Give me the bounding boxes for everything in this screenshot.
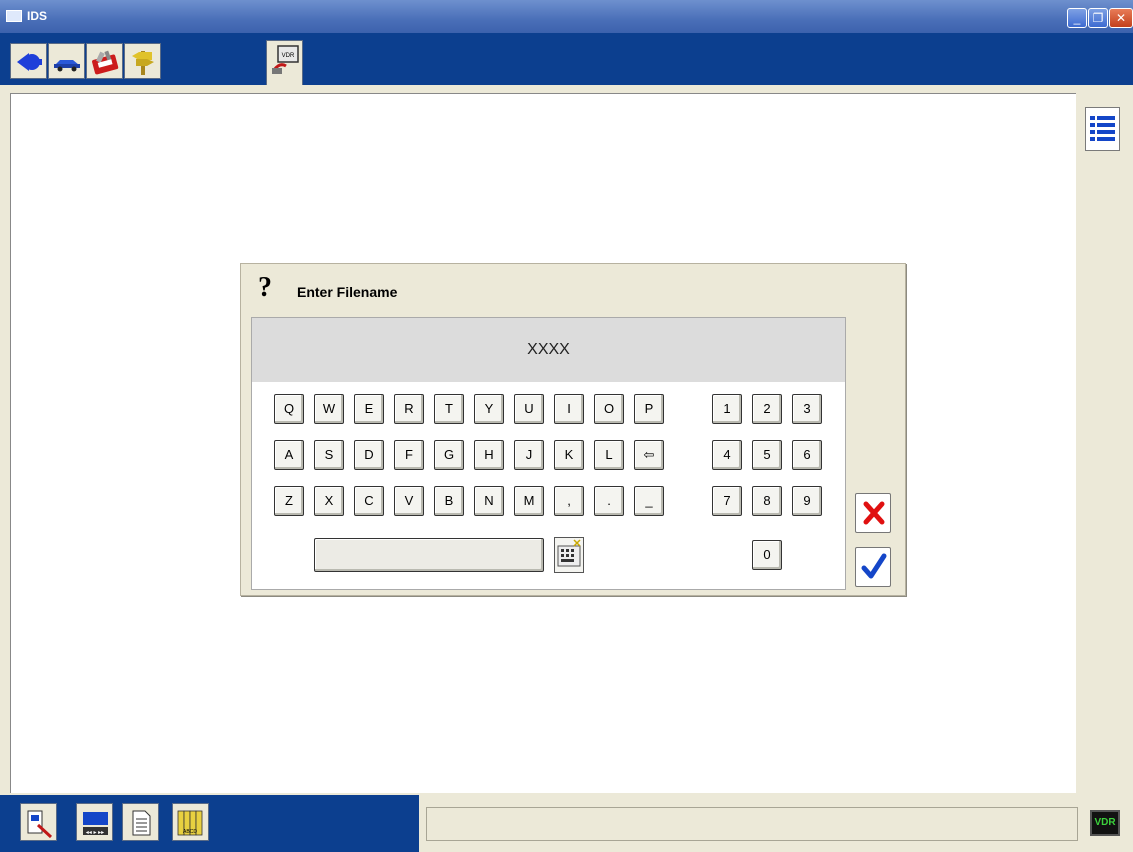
- key-comma[interactable]: ,: [554, 486, 584, 516]
- notebooks-button[interactable]: ABCD: [172, 803, 209, 841]
- back-arrow-icon: [17, 53, 42, 71]
- key-f[interactable]: F: [394, 440, 424, 470]
- svg-text:◂◂ ▸ ▸▸: ◂◂ ▸ ▸▸: [86, 830, 104, 836]
- key-w[interactable]: W: [314, 394, 344, 424]
- close-button[interactable]: ✕: [1109, 8, 1133, 28]
- list-menu-button[interactable]: [1085, 107, 1120, 151]
- key-v[interactable]: V: [394, 486, 424, 516]
- vdr-icon: VDR: [272, 45, 299, 74]
- restore-button[interactable]: ❐: [1088, 8, 1108, 28]
- vehicle-icon: [54, 60, 80, 72]
- key-i[interactable]: I: [554, 394, 584, 424]
- key-z[interactable]: Z: [274, 486, 304, 516]
- key-h[interactable]: H: [474, 440, 504, 470]
- svg-text:ABCD: ABCD: [183, 829, 197, 835]
- top-toolbar: VDR: [0, 33, 1133, 85]
- key-period[interactable]: .: [594, 486, 624, 516]
- svg-text:VDR: VDR: [282, 53, 295, 59]
- list-icon: [1090, 116, 1115, 141]
- backspace-key[interactable]: ⇦: [634, 440, 664, 470]
- document-icon: [132, 810, 151, 836]
- key-5[interactable]: 5: [752, 440, 782, 470]
- key-g[interactable]: G: [434, 440, 464, 470]
- key-8[interactable]: 8: [752, 486, 782, 516]
- signpost-icon: [132, 51, 154, 75]
- key-1[interactable]: 1: [712, 394, 742, 424]
- key-3[interactable]: 3: [792, 394, 822, 424]
- key-m[interactable]: M: [514, 486, 544, 516]
- space-key[interactable]: [314, 538, 544, 572]
- notebooks-icon: ABCD: [177, 810, 203, 836]
- status-area: [419, 795, 1086, 852]
- toolbox-button[interactable]: [86, 43, 123, 79]
- inspect-icon: [27, 810, 53, 839]
- key-n[interactable]: N: [474, 486, 504, 516]
- checkmark-icon: [861, 553, 887, 579]
- cross-icon: [863, 501, 885, 525]
- vdr-indicator[interactable]: VDR: [1086, 795, 1133, 852]
- question-icon: ?: [258, 272, 272, 303]
- right-side-panel: [1076, 85, 1133, 795]
- key-2[interactable]: 2: [752, 394, 782, 424]
- key-a[interactable]: A: [274, 440, 304, 470]
- recorder-button[interactable]: ◂◂ ▸ ▸▸: [76, 803, 113, 841]
- window-title-bar: IDS _ ❐ ✕: [0, 0, 1133, 33]
- app-window-icon: [6, 10, 22, 22]
- key-9[interactable]: 9: [792, 486, 822, 516]
- vdr-tab-button[interactable]: VDR: [266, 40, 303, 85]
- minimize-button[interactable]: _: [1067, 8, 1087, 28]
- recorder-icon: ◂◂ ▸ ▸▸: [83, 812, 108, 836]
- keyboard-toggle-button[interactable]: [554, 537, 584, 573]
- key-d[interactable]: D: [354, 440, 384, 470]
- key-e[interactable]: E: [354, 394, 384, 424]
- toolbox-icon: [92, 50, 119, 75]
- key-6[interactable]: 6: [792, 440, 822, 470]
- key-r[interactable]: R: [394, 394, 424, 424]
- enter-filename-dialog: ? Enter Filename XXXX Q W E R T Y U I O …: [240, 263, 906, 596]
- key-t[interactable]: T: [434, 394, 464, 424]
- key-4[interactable]: 4: [712, 440, 742, 470]
- key-k[interactable]: K: [554, 440, 584, 470]
- key-c[interactable]: C: [354, 486, 384, 516]
- keyboard-icon: [557, 539, 581, 567]
- ok-button[interactable]: [855, 547, 891, 587]
- key-u[interactable]: U: [514, 394, 544, 424]
- key-b[interactable]: B: [434, 486, 464, 516]
- vehicle-button[interactable]: [48, 43, 85, 79]
- vdr-indicator-icon: VDR: [1090, 810, 1120, 836]
- back-button[interactable]: [10, 43, 47, 79]
- key-underscore[interactable]: _: [634, 486, 664, 516]
- key-j[interactable]: J: [514, 440, 544, 470]
- filename-field[interactable]: XXXX: [252, 318, 845, 382]
- window-title: IDS: [27, 9, 48, 23]
- bottom-toolbar: ◂◂ ▸ ▸▸ ABCD VDR: [0, 795, 1133, 852]
- cancel-button[interactable]: [855, 493, 891, 533]
- key-0[interactable]: 0: [752, 540, 782, 570]
- document-button[interactable]: [122, 803, 159, 841]
- key-y[interactable]: Y: [474, 394, 504, 424]
- signpost-button[interactable]: [124, 43, 161, 79]
- status-field: [426, 807, 1078, 841]
- inspect-button[interactable]: [20, 803, 57, 841]
- key-q[interactable]: Q: [274, 394, 304, 424]
- key-o[interactable]: O: [594, 394, 624, 424]
- key-x[interactable]: X: [314, 486, 344, 516]
- key-l[interactable]: L: [594, 440, 624, 470]
- key-7[interactable]: 7: [712, 486, 742, 516]
- key-s[interactable]: S: [314, 440, 344, 470]
- dialog-title: Enter Filename: [297, 284, 398, 300]
- keyboard-panel: XXXX Q W E R T Y U I O P A S D F G H J K…: [251, 317, 846, 590]
- key-p[interactable]: P: [634, 394, 664, 424]
